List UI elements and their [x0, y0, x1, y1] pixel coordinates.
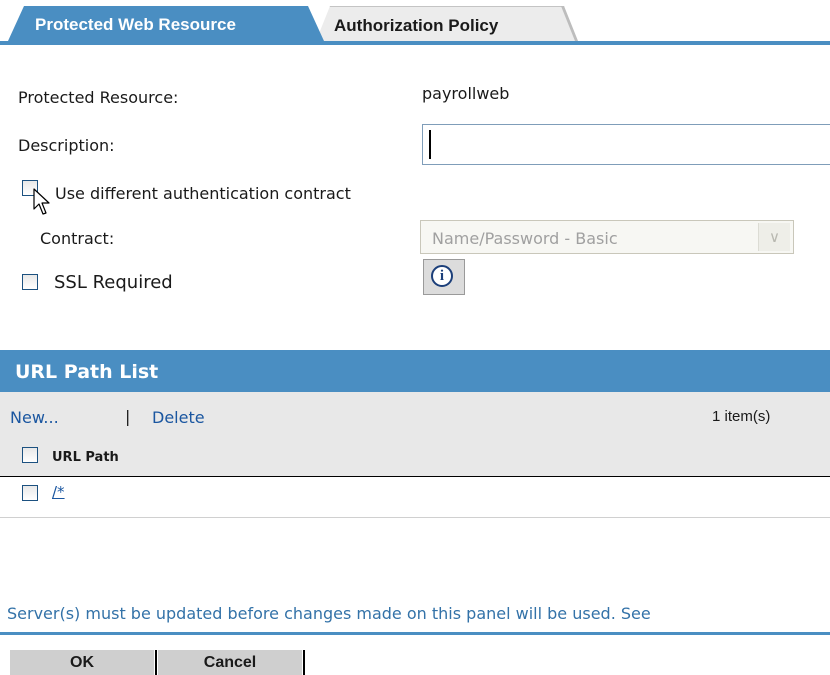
ssl-required-label: SSL Required: [54, 272, 173, 293]
item-count: 1 item(s): [712, 408, 771, 425]
row-divider: [0, 517, 830, 518]
url-path-column-header: URL Path: [52, 450, 119, 465]
footer-divider: [0, 632, 830, 635]
url-path-link[interactable]: /*: [52, 483, 65, 501]
info-icon: i: [431, 265, 453, 287]
contract-select-value: Name/Password - Basic: [432, 229, 618, 248]
ssl-required-checkbox[interactable]: [22, 274, 38, 290]
tab-protected-web-resource[interactable]: Protected Web Resource: [8, 6, 324, 41]
chevron-down-icon[interactable]: ∨: [758, 223, 790, 251]
select-all-checkbox[interactable]: [22, 447, 38, 463]
description-field[interactable]: [422, 124, 830, 165]
delete-link[interactable]: Delete: [152, 408, 205, 427]
section-title: URL Path List: [15, 361, 159, 383]
server-update-notice: Server(s) must be updated before changes…: [7, 604, 651, 623]
url-path-list-header: URL Path List: [0, 350, 830, 392]
description-label: Description:: [18, 136, 115, 155]
header-divider: [0, 476, 830, 477]
new-link[interactable]: New...: [10, 408, 59, 427]
tab-bar-underline: [0, 41, 830, 45]
tab-label: Protected Web Resource: [35, 15, 236, 34]
use-different-auth-label: Use different authentication contract: [55, 184, 351, 203]
ok-button[interactable]: OK: [10, 650, 154, 675]
contract-label: Contract:: [40, 229, 115, 248]
toolbar-separator: |: [125, 407, 131, 426]
row-checkbox[interactable]: [22, 485, 38, 501]
url-path-column-header-row: [0, 440, 830, 476]
protected-resource-value: payrollweb: [422, 84, 510, 103]
tab-label: Authorization Policy: [334, 16, 499, 35]
cancel-button[interactable]: Cancel: [158, 650, 302, 675]
text-caret: [429, 130, 431, 159]
button-separator: [155, 650, 157, 675]
mouse-cursor-icon: [33, 188, 50, 215]
tab-authorization-policy[interactable]: Authorization Policy: [316, 6, 578, 41]
protected-resource-label: Protected Resource:: [18, 88, 179, 107]
button-separator: [303, 650, 305, 675]
